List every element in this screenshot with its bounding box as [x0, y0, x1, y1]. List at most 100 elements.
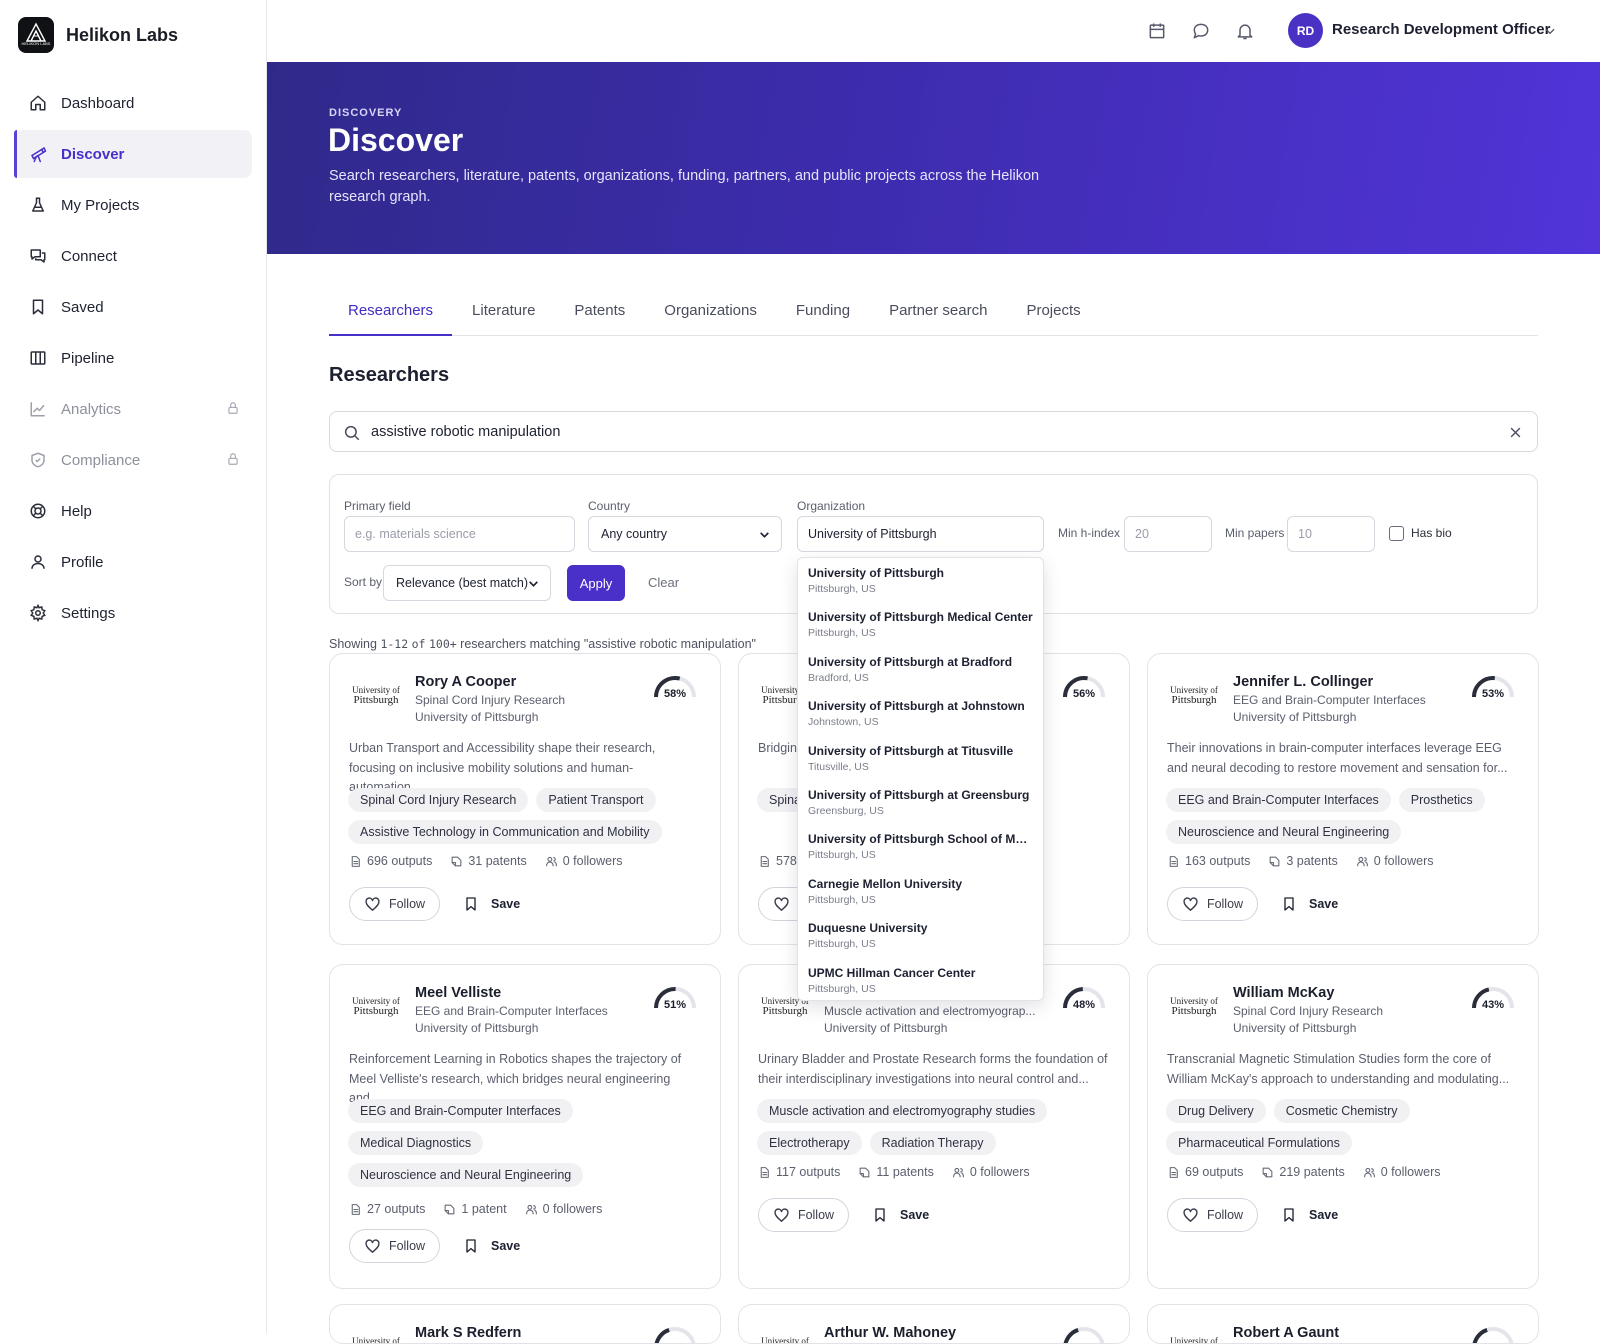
sidebar-item-discover[interactable]: Discover: [14, 130, 252, 178]
save-button[interactable]: Save: [463, 896, 520, 912]
hero-description: Search researchers, literature, patents,…: [329, 168, 1040, 205]
researcher-card[interactable]: University of Pittsburgh Muscle activation…: [738, 964, 1130, 1289]
tab-literature[interactable]: Literature: [453, 290, 554, 336]
follow-button[interactable]: Follow: [758, 1198, 849, 1232]
save-button[interactable]: Save: [463, 1238, 520, 1254]
organization-input[interactable]: University of Pittsburgh: [797, 516, 1044, 552]
topic-chip[interactable]: Muscle activation and electromyography s…: [757, 1099, 1048, 1123]
save-button[interactable]: Save: [1281, 1207, 1338, 1223]
topic-chip[interactable]: Prosthetics: [1398, 788, 1485, 812]
organization-option[interactable]: Carnegie Mellon University Pittsburgh, US: [798, 869, 1043, 913]
topic-chip[interactable]: EEG and Brain-Computer Interfaces: [1166, 788, 1391, 812]
search-bar[interactable]: assistive robotic manipulation: [329, 411, 1538, 452]
topic-chip[interactable]: Patient Transport: [536, 788, 656, 812]
organization-option[interactable]: University of Pittsburgh at Titusville Ti…: [798, 736, 1043, 780]
sidebar-item-profile[interactable]: Profile: [14, 538, 252, 586]
option-name: University of Pittsburgh at Bradford: [808, 654, 1013, 669]
topic-chip[interactable]: EEG and Brain-Computer Interfaces: [348, 1099, 573, 1123]
researcher-name[interactable]: Robert A Gaunt: [1233, 1325, 1339, 1341]
bookmark-icon: [1284, 1208, 1294, 1222]
min-papers-input[interactable]: 10: [1287, 516, 1375, 552]
patents-count: 31 patents: [468, 854, 527, 868]
researcher-name[interactable]: Rory A Cooper: [415, 674, 516, 690]
sidebar-item-help[interactable]: Help: [14, 487, 252, 535]
researcher-card[interactable]: University of Pittsburgh Meel Velliste EEG …: [329, 964, 721, 1289]
tab-funding[interactable]: Funding: [777, 290, 869, 336]
tab-partner-search[interactable]: Partner search: [870, 290, 1006, 336]
topic-chip[interactable]: Neuroscience and Neural Engineering: [348, 1163, 584, 1187]
match-gauge-fill: [654, 1328, 670, 1343]
min-hindex-input[interactable]: 20: [1124, 516, 1212, 552]
sort-select[interactable]: Relevance (best match): [383, 565, 551, 601]
sidebar-item-compliance[interactable]: Compliance: [14, 436, 252, 484]
sidebar-item-dashboard[interactable]: Dashboard: [14, 79, 252, 127]
tab-projects[interactable]: Projects: [1007, 290, 1099, 336]
save-button[interactable]: Save: [872, 1207, 929, 1223]
tab-patents[interactable]: Patents: [555, 290, 644, 336]
tab-researchers[interactable]: Researchers: [329, 290, 453, 336]
has-bio-checkbox[interactable]: [1389, 526, 1404, 541]
brand[interactable]: HELIKON LABS Helikon Labs: [18, 17, 178, 53]
primary-field-input[interactable]: e.g. materials science: [344, 516, 575, 552]
tag-list: Drug Delivery Cosmetic Chemistry Pharmaceu…: [1166, 1099, 1526, 1163]
country-select[interactable]: Any country: [588, 516, 782, 552]
researcher-card[interactable]: University of Pittsburgh William McKay Spin…: [1147, 964, 1539, 1289]
researcher-name[interactable]: Mark S Redfern: [415, 1325, 521, 1341]
researcher-card[interactable]: University ofPittsburgh Mark S Redfern: [329, 1304, 721, 1344]
apply-button[interactable]: Apply: [567, 565, 625, 601]
topic-chip[interactable]: Assistive Technology in Communication an…: [348, 820, 662, 844]
followers-count: 0 followers: [1380, 1165, 1441, 1179]
bell-icon[interactable]: [1235, 21, 1255, 41]
clear-button[interactable]: Clear: [648, 575, 679, 590]
sidebar-item-saved[interactable]: Saved: [14, 283, 252, 331]
researcher-card[interactable]: University ofPittsburgh Robert A Gaunt: [1147, 1304, 1539, 1344]
message-icon[interactable]: [1191, 21, 1211, 41]
option-name: University of Pittsburgh School of Medi.…: [808, 832, 1033, 847]
avatar[interactable]: RD: [1288, 13, 1323, 48]
sidebar-item-my-projects[interactable]: My Projects: [14, 181, 252, 229]
topic-chip[interactable]: Cosmetic Chemistry: [1273, 1099, 1410, 1123]
save-button[interactable]: Save: [1281, 896, 1338, 912]
topic-chip[interactable]: Medical Diagnostics: [348, 1131, 484, 1155]
topic-chip[interactable]: Radiation Therapy: [869, 1131, 996, 1155]
sidebar-item-label: My Projects: [61, 196, 140, 214]
close-icon[interactable]: [1508, 425, 1523, 440]
organization-option[interactable]: University of Pittsburgh Medical Center P…: [798, 602, 1043, 646]
researcher-name[interactable]: Meel Velliste: [415, 985, 501, 1001]
topic-chip[interactable]: Drug Delivery: [1166, 1099, 1266, 1123]
organization-option[interactable]: UPMC Hillman Cancer Center Pittsburgh, US: [798, 958, 1043, 1000]
follow-button[interactable]: Follow: [349, 1229, 440, 1263]
follow-button[interactable]: Follow: [349, 887, 440, 921]
tab-organizations[interactable]: Organizations: [645, 290, 776, 336]
researcher-name[interactable]: William McKay: [1233, 985, 1334, 1001]
researcher-card[interactable]: University of Pittsburgh Rory A Cooper Spin…: [329, 653, 721, 945]
follow-button[interactable]: Follow: [1167, 1198, 1258, 1232]
topic-chip[interactable]: Spinal Cord Injury Research: [348, 788, 529, 812]
calendar-icon[interactable]: [1147, 21, 1167, 41]
match-gauge-fill: [1472, 1328, 1488, 1343]
sidebar-item-settings[interactable]: Settings: [14, 589, 252, 637]
option-location: Pittsburgh, US: [808, 849, 876, 862]
organization-option[interactable]: University of Pittsburgh at Greensburg Gr…: [798, 780, 1043, 824]
outputs-count: 163 outputs: [1185, 854, 1251, 868]
organization-option[interactable]: University of Pittsburgh at Bradford Brad…: [798, 647, 1043, 691]
topic-chip[interactable]: Neuroscience and Neural Engineering: [1166, 820, 1402, 844]
organization-option[interactable]: Duquesne University Pittsburgh, US: [798, 913, 1043, 957]
organization-option[interactable]: University of Pittsburgh Pittsburgh, US: [798, 558, 1043, 602]
organization-option[interactable]: University of Pittsburgh at Johnstown Joh…: [798, 691, 1043, 735]
users-icon: [545, 856, 557, 866]
researcher-name[interactable]: Jennifer L. Collinger: [1233, 674, 1373, 690]
sidebar-item-analytics[interactable]: Analytics: [14, 385, 252, 433]
chevron-down-icon[interactable]: [1543, 24, 1557, 38]
researcher-card[interactable]: University of Pittsburgh Jennifer L. Colli…: [1147, 653, 1539, 945]
sidebar-item-pipeline[interactable]: Pipeline: [14, 334, 252, 382]
organization-option[interactable]: University of Pittsburgh School of Medi.…: [798, 824, 1043, 868]
user-name[interactable]: Research Development Officer: [1332, 21, 1550, 38]
topic-chip[interactable]: Pharmaceutical Formulations: [1166, 1131, 1352, 1155]
researcher-card[interactable]: University ofPittsburgh Arthur W. Mahoney: [738, 1304, 1130, 1344]
topic-chip[interactable]: Electrotherapy: [757, 1131, 862, 1155]
search-input[interactable]: assistive robotic manipulation: [371, 424, 560, 440]
follow-button[interactable]: Follow: [1167, 887, 1258, 921]
sidebar-item-connect[interactable]: Connect: [14, 232, 252, 280]
researcher-name[interactable]: Arthur W. Mahoney: [824, 1325, 956, 1341]
